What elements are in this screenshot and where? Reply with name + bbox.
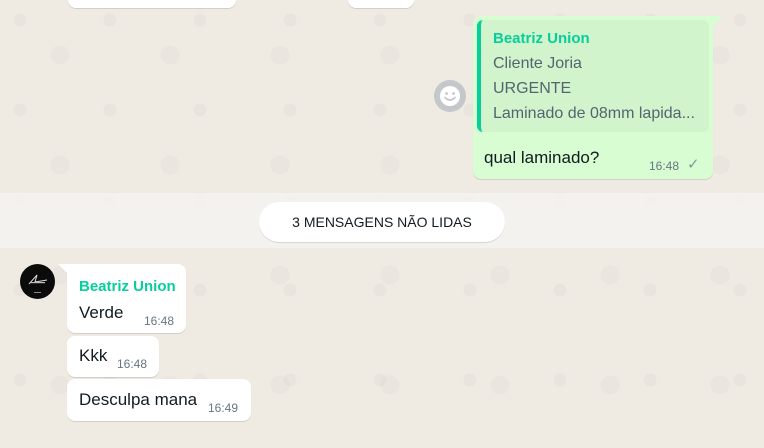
message-time: 16:49 [208, 401, 239, 415]
previous-message-bubble[interactable] [68, 0, 236, 8]
message-time: 16:48 [144, 314, 175, 328]
quoted-message[interactable]: Beatriz Union Cliente Joria URGENTE Lami… [477, 20, 709, 132]
previous-message-bubble[interactable] [348, 0, 414, 8]
avatar-logo-icon [28, 274, 48, 293]
incoming-message-bubble[interactable]: Desculpa mana 16:49 [67, 379, 251, 421]
message-text: Kkk [79, 346, 108, 365]
message-text: Desculpa mana [79, 390, 198, 409]
quoted-line: URGENTE [493, 80, 572, 97]
quoted-line: Cliente Joria [493, 55, 582, 72]
message-time: 16:48 [649, 159, 680, 173]
incoming-message-bubble[interactable]: Beatriz Union Verde 16:48 [67, 264, 186, 333]
sender-name[interactable]: Beatriz Union [79, 278, 176, 295]
quoted-line: Laminado de 08mm lapida... [493, 105, 695, 122]
contact-avatar[interactable] [20, 264, 55, 299]
bubble-tail [713, 16, 723, 26]
message-text: Verde [79, 303, 124, 322]
emoji-reaction-button[interactable] [434, 80, 466, 112]
single-check-icon: ✓ [687, 156, 700, 173]
incoming-message-bubble[interactable]: Kkk 16:48 [67, 336, 159, 377]
message-text: qual laminado? [484, 148, 600, 167]
outgoing-message-bubble[interactable]: Beatriz Union Cliente Joria URGENTE Lami… [473, 16, 713, 179]
smiley-icon [440, 86, 460, 106]
unread-messages-banner: 3 MENSAGENS NÃO LIDAS [259, 202, 505, 242]
quoted-author: Beatriz Union [493, 30, 590, 47]
message-time: 16:48 [117, 357, 148, 371]
